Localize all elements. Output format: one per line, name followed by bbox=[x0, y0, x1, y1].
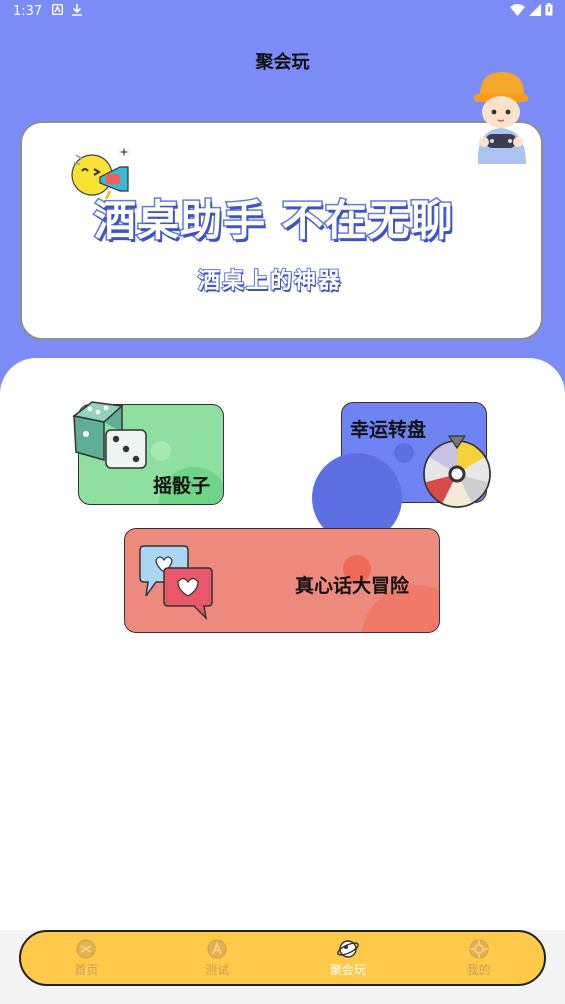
app-notification-icon bbox=[52, 4, 63, 15]
nav-label-profile: 我的 bbox=[466, 963, 491, 977]
status-system-icons bbox=[510, 3, 553, 16]
wifi-icon bbox=[510, 3, 525, 16]
nav-item-profile[interactable]: 我的 bbox=[413, 932, 544, 984]
nav-label-test: 测试 bbox=[205, 963, 230, 977]
status-notifications bbox=[52, 3, 83, 16]
gamer-kid-illustration bbox=[474, 72, 528, 164]
home-icon bbox=[76, 939, 96, 959]
dice-icon bbox=[72, 401, 147, 469]
bottom-nav: 首页 测试 聚会玩 我的 bbox=[19, 930, 546, 986]
nav-label-party: 聚会玩 bbox=[329, 963, 366, 977]
nav-item-test[interactable]: 测试 bbox=[152, 932, 283, 984]
card-decoration bbox=[151, 441, 171, 461]
status-time: 1:37 bbox=[13, 4, 43, 19]
lucky-wheel-label: 幸运转盘 bbox=[350, 419, 427, 441]
banner-headline: 酒桌助手 不在无聊 bbox=[93, 195, 455, 247]
test-icon bbox=[207, 939, 227, 959]
dice-game-label: 摇骰子 bbox=[153, 475, 211, 497]
card-decoration bbox=[394, 443, 414, 463]
banner-subtitle: 酒桌上的神器 bbox=[197, 268, 343, 295]
truth-or-dare-label: 真心话大冒险 bbox=[295, 575, 410, 597]
battery-icon bbox=[545, 3, 553, 16]
heart-chat-bubbles-icon bbox=[139, 545, 213, 620]
party-icon bbox=[337, 940, 359, 958]
nav-item-party[interactable]: 聚会玩 bbox=[283, 932, 414, 984]
nav-item-home[interactable]: 首页 bbox=[21, 932, 152, 984]
banner[interactable]: 酒桌助手 不在无聊 酒桌上的神器 bbox=[20, 121, 543, 340]
profile-icon bbox=[469, 939, 489, 959]
nav-label-home: 首页 bbox=[74, 963, 99, 977]
status-bar: 1:37 bbox=[0, 0, 565, 24]
signal-icon bbox=[529, 3, 541, 16]
download-icon bbox=[72, 4, 82, 16]
prize-wheel-icon bbox=[423, 435, 491, 508]
bottom-nav-container: 首页 测试 聚会玩 我的 bbox=[0, 930, 565, 1004]
